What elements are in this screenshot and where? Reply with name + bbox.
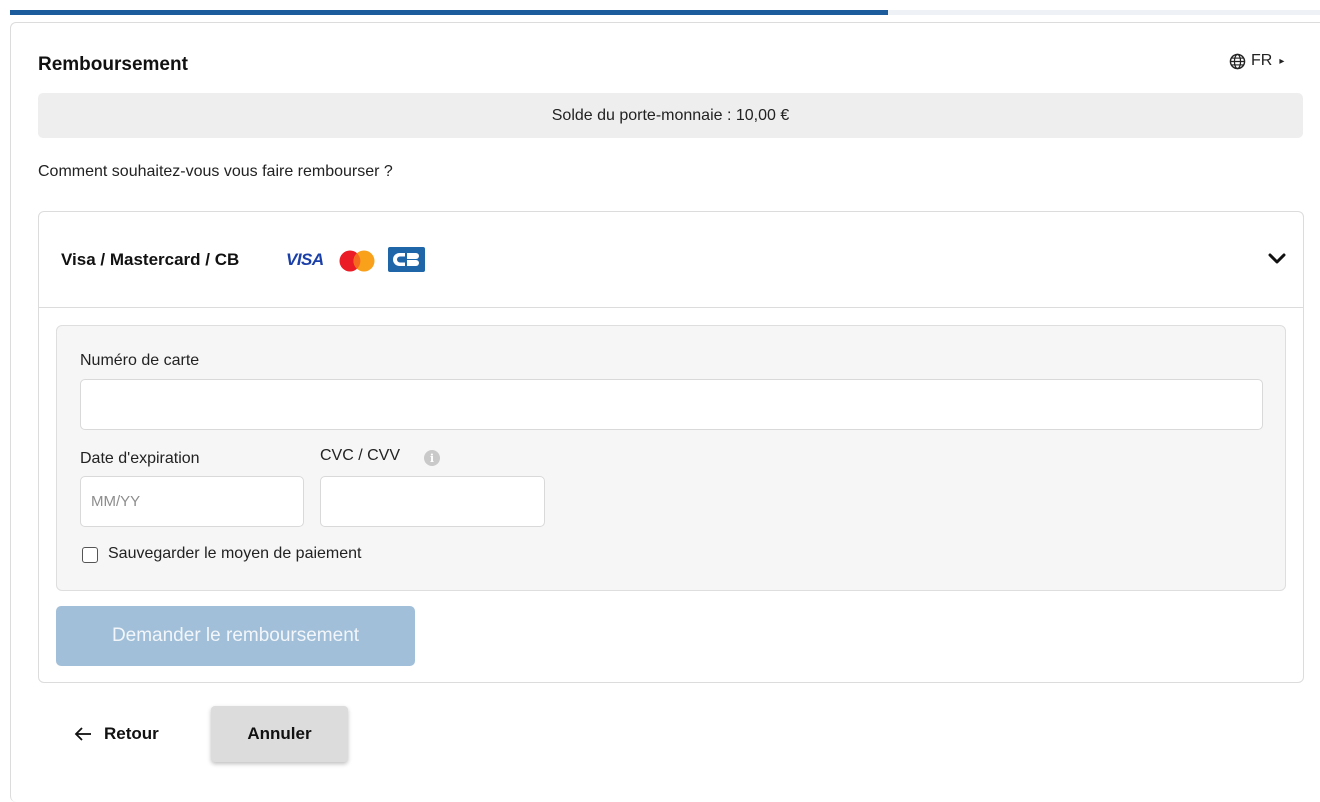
save-payment-label[interactable]: Sauvegarder le moyen de paiement: [108, 545, 362, 563]
cb-logo: [388, 247, 425, 272]
cancel-label: Annuler: [247, 724, 312, 743]
expiry-label: Date d'expiration: [80, 450, 200, 467]
payment-method-card: Visa / Mastercard / CB VISA Numéro de ca…: [38, 211, 1304, 683]
save-payment-checkbox[interactable]: [82, 547, 98, 563]
mastercard-logo: [339, 250, 375, 272]
back-label: Retour: [104, 724, 159, 743]
language-selector[interactable]: FR ▸: [1229, 52, 1284, 70]
cancel-button[interactable]: Annuler: [211, 706, 348, 762]
cvc-input[interactable]: [320, 476, 545, 527]
wallet-balance-text: Solde du porte-monnaie : 10,00 €: [551, 106, 790, 124]
page-title: Remboursement: [38, 54, 188, 75]
payment-method-label: Visa / Mastercard / CB: [61, 250, 240, 269]
request-refund-button[interactable]: Demander le remboursement: [56, 606, 415, 666]
expiry-input[interactable]: [80, 476, 304, 527]
caret-right-icon: ▸: [1279, 55, 1285, 67]
arrow-left-icon: [74, 727, 91, 741]
payment-method-header[interactable]: Visa / Mastercard / CB VISA: [39, 212, 1303, 308]
visa-logo: VISA: [286, 250, 324, 269]
card-number-input[interactable]: [80, 379, 1263, 430]
info-icon[interactable]: i: [424, 450, 440, 466]
back-button[interactable]: Retour: [74, 724, 159, 744]
request-refund-label: Demander le remboursement: [111, 625, 360, 646]
wallet-balance: Solde du porte-monnaie : 10,00 €: [38, 93, 1303, 138]
card-number-label: Numéro de carte: [80, 352, 200, 369]
chevron-down-icon[interactable]: [1267, 251, 1287, 267]
progress-bar-fill: [10, 10, 888, 15]
refund-method-question: Comment souhaitez-vous vous faire rembou…: [38, 163, 393, 180]
progress-bar: [10, 10, 1320, 15]
card-details-form: Numéro de carte Date d'expiration CVC / …: [56, 325, 1286, 591]
language-code: FR: [1251, 52, 1273, 69]
cvc-label: CVC / CVV: [320, 447, 401, 464]
globe-icon: [1229, 53, 1246, 69]
